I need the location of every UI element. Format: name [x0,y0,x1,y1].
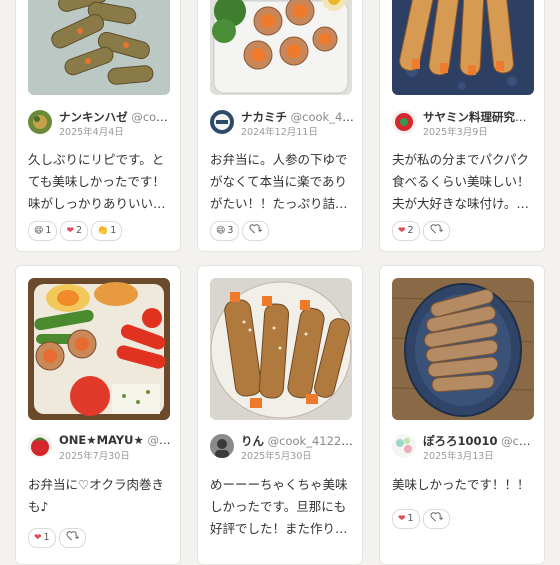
laugh-emoji-icon: 😄 [216,226,226,236]
author-handle: @co… [147,433,172,447]
user-avatar[interactable] [392,434,416,458]
heart-emoji-icon: ❤ [398,226,406,236]
review-date: 2024年12月11日 [241,127,318,138]
add-reaction-button[interactable] [242,221,270,241]
author-name[interactable]: ナカミチ [241,110,287,124]
dish-photo[interactable] [210,0,352,95]
dish-photo[interactable] [210,278,352,420]
user-avatar[interactable] [28,434,52,458]
reaction-bar: ❤ 2 [392,221,536,241]
author-row[interactable]: ナンキンハゼ @cook… 2025年4月4日 [28,109,172,138]
reaction-chip-clap[interactable]: 👏 1 [91,221,123,241]
heart-plus-icon [430,512,443,522]
reaction-chip-heart[interactable]: ❤ 1 [28,528,56,548]
review-card[interactable]: サヤミン料理研究所… 2025年3月9日 夫が私の分までパクパク食べるくらい美味… [379,0,545,252]
review-comment: お弁当に♡オクラ肉巻きも♪ [28,477,164,514]
laugh-emoji-icon: 😄 [34,226,44,236]
review-comment: めーーーちゃくちゃ美味しかったです。旦那にも好評でした！また作り… [210,477,348,536]
add-reaction-button[interactable] [422,509,450,529]
reaction-bar: 😄 3 [210,221,354,241]
reaction-bar: ❤ 1 [392,509,536,529]
user-avatar[interactable] [392,110,416,134]
reaction-chip-laugh[interactable]: 😄 1 [28,221,58,241]
reaction-bar: 😄 1 ❤ 2 👏 1 [28,221,172,241]
author-row[interactable]: ぽろろ10010 @cook… 2025年3月13日 [392,433,536,462]
review-comment: 美味しかったです！！！ [392,477,530,492]
author-row[interactable]: サヤミン料理研究所… 2025年3月9日 [392,109,536,138]
author-handle: @cook_40… [290,110,354,124]
review-comment: お弁当に。人参の下ゆでがなくて本当に楽でありがたい！！たっぷり詰… [210,152,348,211]
review-card[interactable]: りん @cook_412293… 2025年5月30日 めーーーちゃくちゃ美味し… [197,265,363,565]
reaction-chip-heart[interactable]: ❤ 1 [392,509,420,529]
reaction-chip-heart[interactable]: ❤ 2 [60,221,89,241]
review-card[interactable]: ONE★MAYU★ @co… 2025年7月30日 お弁当に♡オクラ肉巻きも♪ … [15,265,181,565]
author-name[interactable]: りん [241,434,264,448]
author-handle: @cook… [501,434,536,448]
heart-plus-icon [66,531,79,541]
author-name[interactable]: サヤミン料理研究所… [423,110,536,124]
add-reaction-button[interactable] [58,528,86,548]
heart-emoji-icon: ❤ [398,514,406,524]
heart-plus-icon [249,224,263,234]
author-row[interactable]: ナカミチ @cook_40… 2024年12月11日 [210,109,354,138]
author-row[interactable]: ONE★MAYU★ @co… 2025年7月30日 [28,433,172,462]
review-date: 2025年4月4日 [59,127,124,138]
dish-photo[interactable] [28,0,170,95]
reaction-chip-heart[interactable]: ❤ 2 [392,221,420,241]
author-handle: @cook… [131,110,172,124]
dish-photo[interactable] [392,278,534,420]
user-avatar[interactable] [28,110,52,134]
author-name[interactable]: ONE★MAYU★ [59,433,144,447]
author-name[interactable]: ナンキンハゼ [59,110,128,124]
clap-emoji-icon: 👏 [97,226,109,236]
review-date: 2025年3月13日 [423,451,494,462]
review-comment: 久しぶりにリピです。とても美味しかったです！味がしっかりありいい… [28,152,166,211]
review-card[interactable]: ナカミチ @cook_40… 2024年12月11日 お弁当に。人参の下ゆでがな… [197,0,363,252]
author-name[interactable]: ぽろろ10010 [423,434,498,448]
user-avatar[interactable] [210,110,234,134]
heart-plus-icon [430,224,443,234]
reaction-bar: ❤ 1 [28,528,172,548]
add-reaction-button[interactable] [422,221,450,241]
dish-photo[interactable] [28,278,170,420]
review-card[interactable]: ナンキンハゼ @cook… 2025年4月4日 久しぶりにリピです。とても美味し… [15,0,181,252]
heart-emoji-icon: ❤ [34,533,42,543]
review-comment: 夫が私の分までパクパク食べるくらい美味しい！夫が大好きな味付け。… [392,152,530,211]
author-row[interactable]: りん @cook_412293… 2025年5月30日 [210,433,354,462]
review-date: 2025年5月30日 [241,451,312,462]
author-handle: @cook_412293… [267,434,354,448]
heart-emoji-icon: ❤ [66,226,74,236]
dish-photo[interactable] [392,0,534,95]
review-date: 2025年7月30日 [59,451,130,462]
reaction-chip-laugh[interactable]: 😄 3 [210,221,240,241]
review-card[interactable]: ぽろろ10010 @cook… 2025年3月13日 美味しかったです！！！ ❤… [379,265,545,565]
user-avatar[interactable] [210,434,234,458]
review-date: 2025年3月9日 [423,127,488,138]
